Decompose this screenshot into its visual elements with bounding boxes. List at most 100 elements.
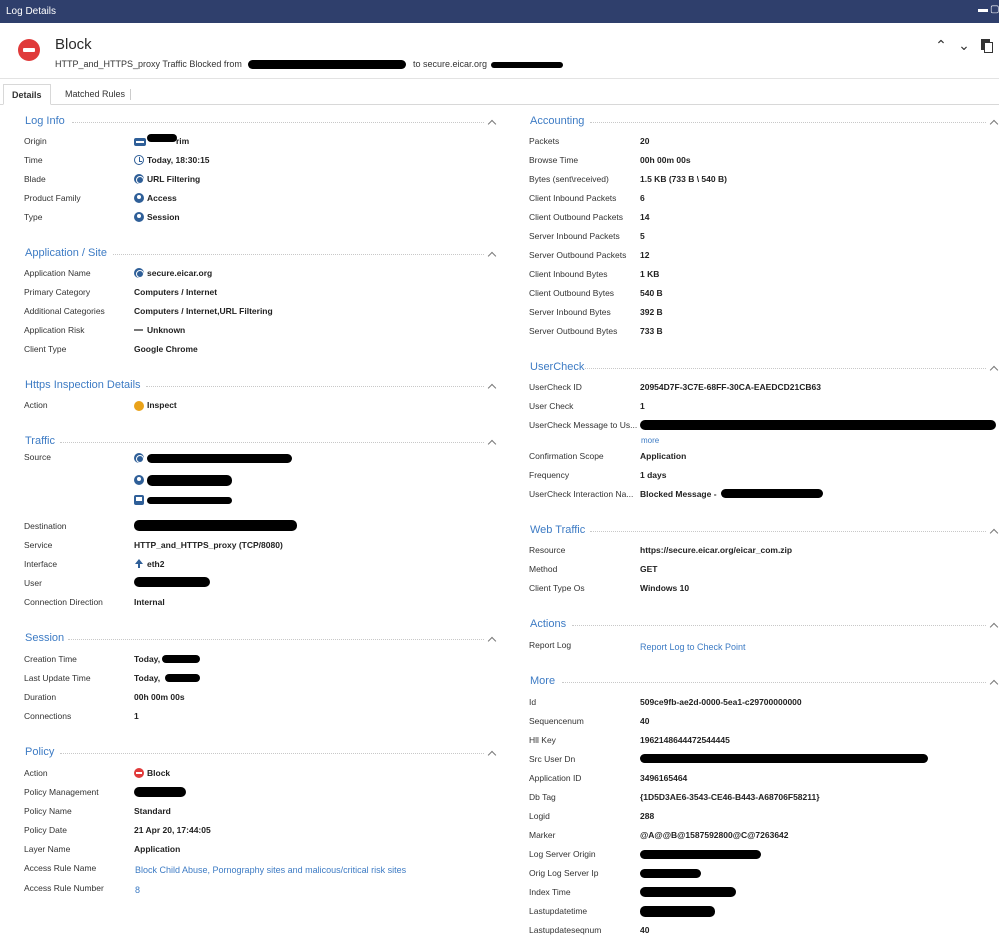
field-value: 1962148644472544445 [640,735,730,745]
field-label: Blade [24,174,46,184]
field-label: Src User Dn [529,754,576,764]
field-value: 540 B [640,288,663,298]
field-value: HTTP_and_HTTPS_proxy (TCP/8080) [134,540,283,550]
tab-matched-rules[interactable]: Matched Rules [57,84,133,105]
section-divider [60,442,484,443]
application-icon [134,268,144,278]
field-label: Client Outbound Packets [529,212,624,222]
source-globe-icon [134,453,144,463]
minimize-icon[interactable]: ▬ [978,4,988,16]
field-label: Bytes (sent\received) [529,174,609,184]
field-label: Server Inbound Bytes [529,307,611,317]
report-log-link[interactable]: Report Log to Check Point [640,642,746,652]
previous-log-button[interactable]: ⌃ [934,37,948,53]
collapse-more-icon[interactable] [990,678,998,686]
field-value: eth2 [147,559,165,569]
source-user-icon [134,475,144,485]
collapse-web-traffic-icon[interactable] [990,527,998,535]
field-label: Server Outbound Bytes [529,326,618,336]
redacted-value [721,489,823,498]
field-label: Connections [24,711,72,721]
field-value: 6 [640,193,645,203]
field-label: Client Inbound Bytes [529,269,608,279]
access-rule-number-link[interactable]: 8 [135,885,140,895]
field-label: Layer Name [24,844,71,854]
copy-icon[interactable] [980,37,993,53]
access-rule-name-link[interactable]: Block Child Abuse, Pornography sites and… [135,865,406,875]
field-value: Computers / Internet [134,287,218,297]
field-label: Lastupdateseqnum [529,925,602,935]
field-value: 509ce9fb-ae2d-0000-5ea1-c29700000000 [640,697,802,707]
collapse-actions-icon[interactable] [990,621,998,629]
section-title-https: Https Inspection Details [25,379,141,391]
section-divider [572,625,986,626]
field-value: 733 B [640,326,663,336]
field-label: Last Update Time [24,673,91,683]
log-summary-prefix: HTTP_and_HTTPS_proxy Traffic Blocked fro… [55,59,242,69]
section-title-usercheck: UserCheck [530,361,585,373]
collapse-https-icon[interactable] [488,382,496,390]
field-label: UserCheck Message to Us... [529,420,638,430]
field-label: Interface [24,559,58,569]
field-value: Inspect [147,400,177,410]
field-value: Block [147,768,171,778]
redacted-value [640,754,928,763]
field-label: Orig Log Server Ip [529,868,599,878]
maximize-icon[interactable]: ▢ [990,4,999,16]
field-label: Log Server Origin [529,849,596,859]
collapse-session-icon[interactable] [488,635,496,643]
field-value: 1 KB [640,269,660,279]
log-header: Block HTTP_and_HTTPS_proxy Traffic Block… [0,23,999,79]
section-title-session: Session [25,632,65,644]
field-label: Time [24,155,43,165]
collapse-policy-icon[interactable] [488,749,496,757]
collapse-usercheck-icon[interactable] [990,364,998,372]
more-link[interactable]: more [641,436,659,445]
field-value: Computers / Internet,URL Filtering [134,306,273,316]
collapse-application-icon[interactable] [488,250,496,258]
redacted-value [147,475,232,486]
session-icon [134,212,144,222]
risk-dash-icon [134,329,143,331]
field-label: Confirmation Scope [529,451,604,461]
tab-details[interactable]: Details [3,84,51,105]
field-value: Today, 18:30:15 [147,155,210,165]
field-label: Db Tag [529,792,556,802]
field-label: User Check [529,401,574,411]
field-value: 5 [640,231,645,241]
section-title-actions: Actions [530,618,567,630]
field-value: 40 [640,716,650,726]
field-label: Packets [529,136,560,146]
field-label: Application ID [529,773,582,783]
field-value: Application [134,844,181,854]
section-title-web-traffic: Web Traffic [530,524,586,536]
field-value: 20954D7F-3C7E-68FF-30CA-EAEDCD21CB63 [640,382,821,392]
redacted-value [147,497,232,504]
collapse-accounting-icon[interactable] [990,118,998,126]
redacted-value [640,887,736,897]
field-label: Server Inbound Packets [529,231,620,241]
redacted-value [134,520,297,531]
log-summary: HTTP_and_HTTPS_proxy Traffic Blocked fro… [55,59,563,70]
field-label: Duration [24,692,57,702]
redacted-value [147,454,292,463]
field-label: Client Type [24,344,67,354]
field-value: 20 [640,136,650,146]
collapse-log-info-icon[interactable] [488,118,496,126]
field-label: Server Outbound Packets [529,250,627,260]
field-value: Google Chrome [134,344,198,354]
field-label: Connection Direction [24,597,103,607]
redacted-value [162,655,200,663]
field-value: 3496165464 [640,773,688,783]
next-log-button[interactable]: ⌄ [957,37,971,53]
field-label: Policy Date [24,825,67,835]
field-label: Action [24,768,48,778]
source-machine-icon [134,495,144,505]
field-label: Destination [24,521,67,531]
field-value: 1 [640,401,645,411]
field-value: Internal [134,597,165,607]
redacted-destination [490,61,563,68]
section-divider [113,254,484,255]
field-value: Application [640,451,687,461]
collapse-traffic-icon[interactable] [488,438,496,446]
